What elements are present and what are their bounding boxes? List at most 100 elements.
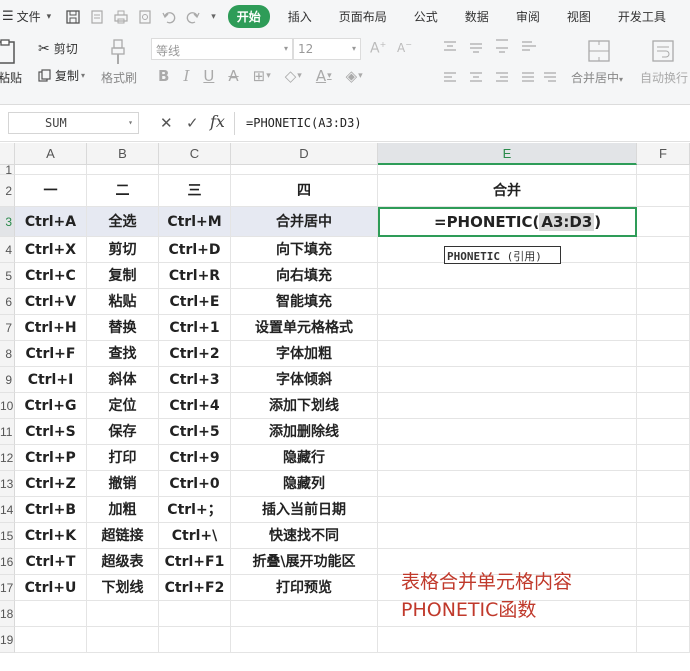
- cell-f9[interactable]: [637, 367, 690, 393]
- column-header-b[interactable]: B: [87, 143, 159, 165]
- cell-e7[interactable]: [378, 315, 637, 341]
- clear-format-icon[interactable]: ◈ ▾: [346, 67, 363, 85]
- cell-f19[interactable]: [637, 627, 690, 653]
- row-header-10[interactable]: 10: [0, 393, 15, 419]
- cell-a4[interactable]: Ctrl+X: [15, 237, 87, 263]
- save-icon[interactable]: [66, 9, 80, 24]
- cell-e9[interactable]: [378, 367, 637, 393]
- cell-b4[interactable]: 剪切: [87, 237, 159, 263]
- cell-c2[interactable]: 三: [159, 175, 231, 207]
- format-painter-button[interactable]: 格式刷: [101, 69, 137, 86]
- row-header-8[interactable]: 8: [0, 341, 15, 367]
- formula-input[interactable]: =PHONETIC(A3:D3): [234, 112, 690, 135]
- cell-d14[interactable]: 插入当前日期: [231, 497, 378, 523]
- cell-f3[interactable]: [637, 207, 690, 237]
- cell-c12[interactable]: Ctrl+9: [159, 445, 231, 471]
- cell-b6[interactable]: 粘贴: [87, 289, 159, 315]
- copy-dropdown-icon[interactable]: ▾: [81, 71, 85, 80]
- cell-a15[interactable]: Ctrl+K: [15, 523, 87, 549]
- cell-d5[interactable]: 向右填充: [231, 263, 378, 289]
- redo-icon[interactable]: [186, 10, 200, 24]
- row-header-11[interactable]: 11: [0, 419, 15, 445]
- cell-a8[interactable]: Ctrl+F: [15, 341, 87, 367]
- cell-f2[interactable]: [637, 175, 690, 207]
- cell-b12[interactable]: 打印: [87, 445, 159, 471]
- cell-e14[interactable]: [378, 497, 637, 523]
- row-header-2[interactable]: 2: [0, 175, 15, 207]
- cell-f5[interactable]: [637, 263, 690, 289]
- cell-f18[interactable]: [637, 601, 690, 627]
- fill-color-icon[interactable]: ◇ ▾: [285, 67, 302, 85]
- font-size-select[interactable]: 12 ▾: [293, 38, 361, 60]
- cell-d13[interactable]: 隐藏列: [231, 471, 378, 497]
- row-header-18[interactable]: 18: [0, 601, 15, 627]
- cell-c17[interactable]: Ctrl+F2: [159, 575, 231, 601]
- cell-f14[interactable]: [637, 497, 690, 523]
- cell-c16[interactable]: Ctrl+F1: [159, 549, 231, 575]
- cell-b9[interactable]: 斜体: [87, 367, 159, 393]
- decrease-font-icon[interactable]: A−: [397, 40, 412, 55]
- cell-d10[interactable]: 添加下划线: [231, 393, 378, 419]
- paste-button[interactable]: 粘贴: [0, 69, 22, 86]
- tab-developer[interactable]: 开发工具: [618, 8, 666, 25]
- increase-font-icon[interactable]: A+: [370, 40, 386, 57]
- paste-icon[interactable]: [0, 39, 18, 65]
- merge-center-icon[interactable]: [588, 39, 610, 63]
- cell-c7[interactable]: Ctrl+1: [159, 315, 231, 341]
- cell-f13[interactable]: [637, 471, 690, 497]
- tab-data[interactable]: 数据: [465, 8, 489, 25]
- row-header-14[interactable]: 14: [0, 497, 15, 523]
- cell-b15[interactable]: 超链接: [87, 523, 159, 549]
- active-cell-e3[interactable]: =PHONETIC(A3:D3): [378, 207, 637, 237]
- bold-icon[interactable]: B: [158, 67, 169, 85]
- column-header-a[interactable]: A: [15, 143, 87, 165]
- cell-b5[interactable]: 复制: [87, 263, 159, 289]
- cell-e6[interactable]: [378, 289, 637, 315]
- insert-function-icon[interactable]: fx: [210, 112, 225, 131]
- cell-e1[interactable]: [378, 165, 637, 175]
- cell-f16[interactable]: [637, 549, 690, 575]
- cell-f15[interactable]: [637, 523, 690, 549]
- cell-c10[interactable]: Ctrl+4: [159, 393, 231, 419]
- cell-b3[interactable]: 全选: [87, 207, 159, 237]
- cell-e10[interactable]: [378, 393, 637, 419]
- cell-b14[interactable]: 加粗: [87, 497, 159, 523]
- cell-e2[interactable]: 合并: [378, 175, 637, 207]
- copy-button[interactable]: 复制 ▾: [38, 67, 85, 84]
- cell-c11[interactable]: Ctrl+5: [159, 419, 231, 445]
- row-header-5[interactable]: 5: [0, 263, 15, 289]
- column-header-d[interactable]: D: [231, 143, 378, 165]
- row-header-4[interactable]: 4: [0, 237, 15, 263]
- cell-d2[interactable]: 四: [231, 175, 378, 207]
- row-header-9[interactable]: 9: [0, 367, 15, 393]
- select-all-corner[interactable]: [0, 143, 15, 165]
- format-painter-icon[interactable]: [110, 39, 128, 65]
- qat-more-chevron-icon[interactable]: ▾: [211, 12, 216, 22]
- cell-a6[interactable]: Ctrl+V: [15, 289, 87, 315]
- row-header-19[interactable]: 19: [0, 627, 15, 653]
- tab-insert[interactable]: 插入: [288, 8, 312, 25]
- print-preview-icon[interactable]: [138, 9, 152, 24]
- cell-d1[interactable]: [231, 165, 378, 175]
- border-icon[interactable]: ⊞ ▾: [253, 67, 271, 85]
- cell-b10[interactable]: 定位: [87, 393, 159, 419]
- cell-b2[interactable]: 二: [87, 175, 159, 207]
- cell-e13[interactable]: [378, 471, 637, 497]
- row-header-6[interactable]: 6: [0, 289, 15, 315]
- cell-a13[interactable]: Ctrl+Z: [15, 471, 87, 497]
- font-name-select[interactable]: 等线 ▾: [151, 38, 293, 60]
- tab-page-layout[interactable]: 页面布局: [339, 8, 387, 25]
- tab-view[interactable]: 视图: [567, 8, 591, 25]
- row-header-13[interactable]: 13: [0, 471, 15, 497]
- cell-b13[interactable]: 撤销: [87, 471, 159, 497]
- file-menu[interactable]: ☰ 文件 ▾: [2, 8, 51, 25]
- cell-d19[interactable]: [231, 627, 378, 653]
- cell-d15[interactable]: 快速找不同: [231, 523, 378, 549]
- cell-e5[interactable]: [378, 263, 637, 289]
- cell-a12[interactable]: Ctrl+P: [15, 445, 87, 471]
- cell-f11[interactable]: [637, 419, 690, 445]
- cell-c15[interactable]: Ctrl+\: [159, 523, 231, 549]
- cell-c6[interactable]: Ctrl+E: [159, 289, 231, 315]
- cell-a19[interactable]: [15, 627, 87, 653]
- row-header-12[interactable]: 12: [0, 445, 15, 471]
